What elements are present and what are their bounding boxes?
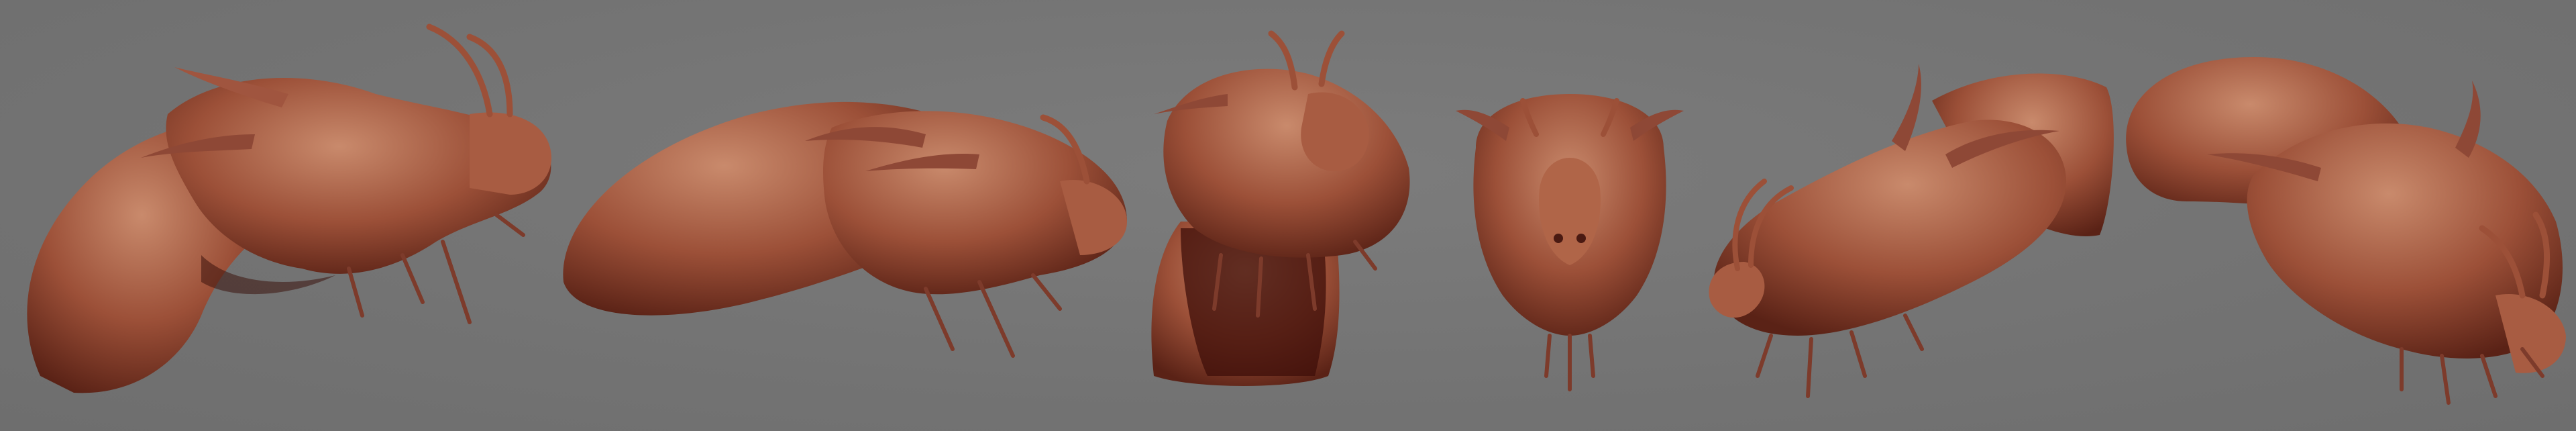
dragon-sculpt-image [1709, 64, 2114, 398]
dragon-sculpt-image [2126, 57, 2566, 405]
dragon-view-side-right [550, 0, 1154, 431]
dragon-sculpt-image [27, 23, 551, 393]
dragon-view-three-quarter-right [0, 0, 577, 431]
dragon-view-three-quarter-left-high [2120, 0, 2576, 431]
sculpt-viewport [0, 0, 2576, 431]
dragon-sculpt-image [1151, 30, 1410, 386]
dragon-sculpt-image [1456, 94, 1684, 391]
dragon-view-three-quarter-front [1140, 0, 1436, 431]
dragon-view-three-quarter-left-low [1690, 0, 2120, 431]
dragon-sculpt-image [563, 101, 1127, 358]
dragon-view-front [1436, 0, 1704, 431]
